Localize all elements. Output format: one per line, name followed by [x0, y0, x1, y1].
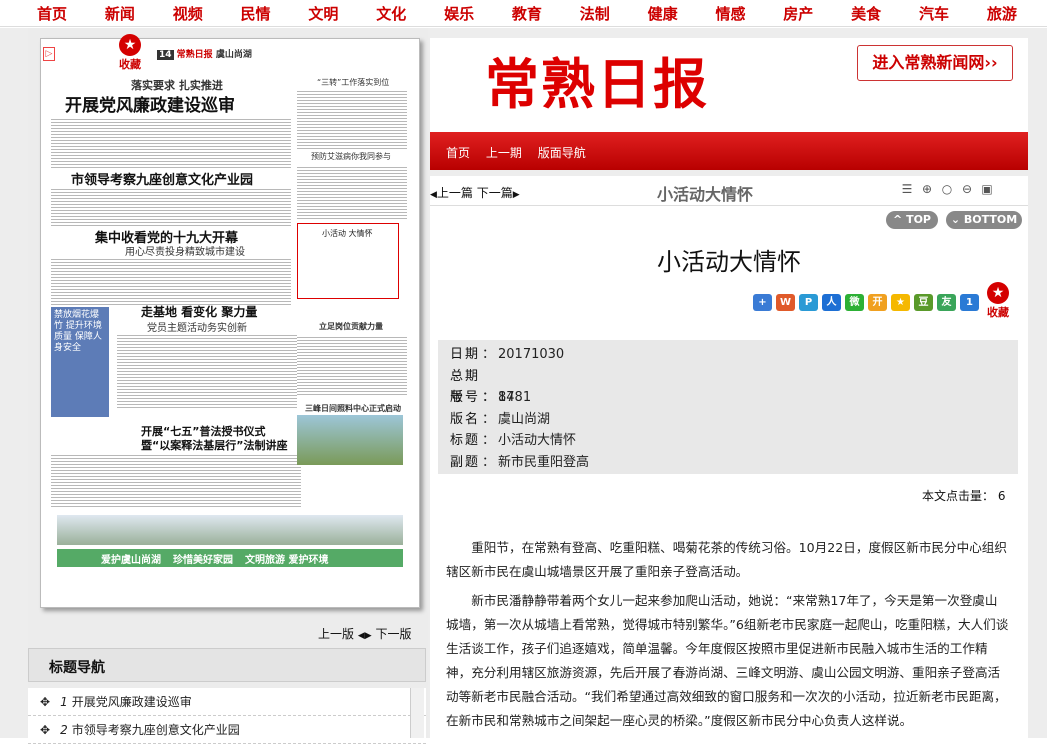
- click-count: 本文点击量： 6: [922, 489, 1006, 503]
- article-favorite[interactable]: ★ 收藏: [984, 282, 1012, 320]
- share-douban-icon[interactable]: 豆: [914, 294, 933, 311]
- title-nav-header: 标题导航: [28, 648, 426, 682]
- title-nav-heading: 标题导航: [49, 660, 105, 676]
- page-prevnext: 上一版 ◀▶ 下一版: [318, 625, 412, 642]
- share-kaixin-icon[interactable]: 开: [868, 294, 887, 311]
- meta-row: 总期号： 8781: [450, 368, 532, 405]
- list-scrollbar[interactable]: [410, 688, 424, 738]
- section-bar: 首页 上一期 版面导航: [430, 132, 1028, 170]
- np-head-10: 预防艾滋病你我同参与: [311, 152, 391, 161]
- nav-video[interactable]: 视频: [173, 3, 203, 24]
- share-renren-icon[interactable]: 人: [822, 294, 841, 311]
- nav-food[interactable]: 美食: [851, 3, 881, 24]
- np-head-12: 立足岗位贡献力量: [319, 322, 383, 331]
- nav-home[interactable]: 首页: [37, 3, 67, 24]
- toolbar-title: 小活动大情怀: [657, 185, 754, 204]
- np-head-8[interactable]: 暨“以案释法基层行”法制讲座: [141, 437, 287, 453]
- article-toolbar: ◀上一篇 下一篇▶ 小活动大情怀 ☰ ⊕ ○ ⊖ ▣: [430, 176, 1028, 206]
- star-icon: ★: [987, 282, 1009, 304]
- prev-article-link[interactable]: 上一篇: [437, 186, 473, 200]
- nav-house[interactable]: 房产: [783, 3, 813, 24]
- nav-emotion[interactable]: 情感: [715, 3, 745, 24]
- share-qq-icon[interactable]: ★: [891, 294, 910, 311]
- arrow-icon: ▷: [43, 47, 55, 61]
- share-friends-icon[interactable]: 友: [937, 294, 956, 311]
- np-head-5[interactable]: 走基地 看变化 聚力量: [141, 303, 257, 320]
- enter-news-site-button[interactable]: 进入常熟新闻网››: [857, 45, 1013, 81]
- article-body: 重阳节，在常熟有登高、吃重阳糕、喝菊花茶的传统习俗。10月22日，度假区新市民分…: [446, 536, 1010, 738]
- favorite-badge[interactable]: ★ 收藏: [116, 34, 144, 72]
- meta-row: 版名：虞山尚湖: [450, 411, 551, 427]
- list-icon[interactable]: ☰: [900, 182, 914, 196]
- meta-row: 日期： 20171030: [450, 347, 565, 362]
- triangle-right-icon: ▶: [512, 190, 520, 200]
- title-nav-list: ✥ 1 开展党风廉政建设巡审 ✥ 2 市领导考察九座创意文化产业园: [28, 688, 426, 744]
- newspaper-page-thumbnail[interactable]: ▷ 14 常熟日报 虞山尚湖 落实要求 扎实推进 开展党风廉政建设巡审 市领导考…: [40, 38, 420, 608]
- meta-row: 副题：新市民重阳登高: [450, 454, 590, 470]
- scroll-top-button[interactable]: ^ TOP: [886, 211, 938, 229]
- article-meta: 日期： 20171030 总期号： 8781 版号： 14 版名：虞山尚湖 标题：小活…: [438, 340, 1018, 474]
- np-head-2[interactable]: 市领导考察九座创意文化产业园: [71, 169, 253, 188]
- section-link-page-nav[interactable]: 版面导航: [538, 146, 586, 160]
- nav-public[interactable]: 民情: [241, 3, 271, 24]
- scroll-bottom-button[interactable]: ⌄ BOTTOM: [946, 211, 1022, 229]
- arrow-left-icon: ◀▶: [357, 631, 372, 641]
- section-link-prev-issue[interactable]: 上一期: [486, 146, 522, 160]
- search-icon[interactable]: ○: [940, 182, 954, 196]
- article-highlight-box[interactable]: 小活动 大情怀: [297, 223, 399, 299]
- star-icon: ★: [119, 34, 141, 56]
- share-qzone-icon[interactable]: P: [799, 294, 818, 311]
- nav-culture[interactable]: 文化: [376, 3, 406, 24]
- np-head-4: 用心尽责投身精致城市建设: [125, 247, 245, 258]
- nav-civil[interactable]: 文明: [308, 3, 338, 24]
- page-name: 虞山尚湖: [215, 50, 252, 60]
- article-title: 小活动大情怀: [657, 248, 801, 276]
- event-photo: [297, 415, 403, 465]
- share-more-icon[interactable]: +: [753, 294, 772, 311]
- share-wechat-icon[interactable]: 微: [845, 294, 864, 311]
- nav-news[interactable]: 新闻: [105, 3, 135, 24]
- paragraph: 新市民潘静静带着两个女儿一起来参加爬山活动，她说：“来常熟17年了，今天是第一次…: [446, 593, 1009, 728]
- nav-health[interactable]: 健康: [648, 3, 678, 24]
- np-head-14[interactable]: 禁放烟花爆竹 提升环境质量 保障人身安全: [51, 307, 109, 417]
- print-icon[interactable]: ▣: [980, 182, 994, 196]
- nav-law[interactable]: 法制: [580, 3, 610, 24]
- triangle-left-icon: ◀: [430, 190, 437, 200]
- list-item[interactable]: ✥ 2 市领导考察九座创意文化产业园: [28, 716, 426, 744]
- prev-page-link[interactable]: 上一版: [318, 627, 354, 641]
- zoom-in-icon[interactable]: ⊕: [920, 182, 934, 196]
- next-page-link[interactable]: 下一版: [376, 627, 412, 641]
- top-nav: 首页 新闻 视频 民情 文明 文化 娱乐 教育 法制 健康 情感 房产 美食 汽…: [0, 0, 1047, 27]
- share-count-icon[interactable]: 1: [960, 294, 979, 311]
- nav-entertain[interactable]: 娱乐: [444, 3, 474, 24]
- share-weibo-icon[interactable]: W: [776, 294, 795, 311]
- chevron-right-icon: ››: [984, 53, 998, 72]
- nav-travel[interactable]: 旅游: [987, 3, 1017, 24]
- np-head-13: 三峰日间照料中心正式启动: [305, 404, 401, 413]
- landscape-photo: [57, 515, 403, 545]
- site-logo[interactable]: 常熟日报: [485, 40, 709, 119]
- paper-logo-small: 常熟日报: [176, 50, 213, 60]
- share-buttons: + W P 人 微 开 ★ 豆 友 1: [753, 294, 979, 311]
- np-head-6: 党员主题活动务实创新: [147, 323, 247, 334]
- footer-banner: 爱护虞山尚湖 珍惜美好家园 文明旅游 爱护环境: [57, 549, 403, 567]
- zoom-out-icon[interactable]: ⊖: [960, 182, 974, 196]
- next-article-link[interactable]: 下一篇: [477, 186, 513, 200]
- diamond-icon: ✥: [40, 695, 51, 709]
- np-head-9: “三转”工作落实到位: [317, 78, 390, 87]
- section-link-home[interactable]: 首页: [446, 146, 470, 160]
- nav-car[interactable]: 汽车: [919, 3, 949, 24]
- diamond-icon: ✥: [40, 723, 51, 737]
- nav-education[interactable]: 教育: [512, 3, 542, 24]
- page-number: 14: [157, 50, 174, 60]
- np-head-1[interactable]: 开展党风廉政建设巡审: [65, 91, 235, 116]
- meta-row: 标题：小活动大情怀: [450, 433, 577, 448]
- list-item[interactable]: ✥ 1 开展党风廉政建设巡审: [28, 688, 426, 716]
- np-head-11: 小活动 大情怀: [322, 229, 373, 238]
- paragraph: 重阳节，在常熟有登高、吃重阳糕、喝菊花茶的传统习俗。10月22日，度假区新市民分…: [446, 540, 1007, 579]
- meta-row: 版号： 14: [450, 390, 515, 405]
